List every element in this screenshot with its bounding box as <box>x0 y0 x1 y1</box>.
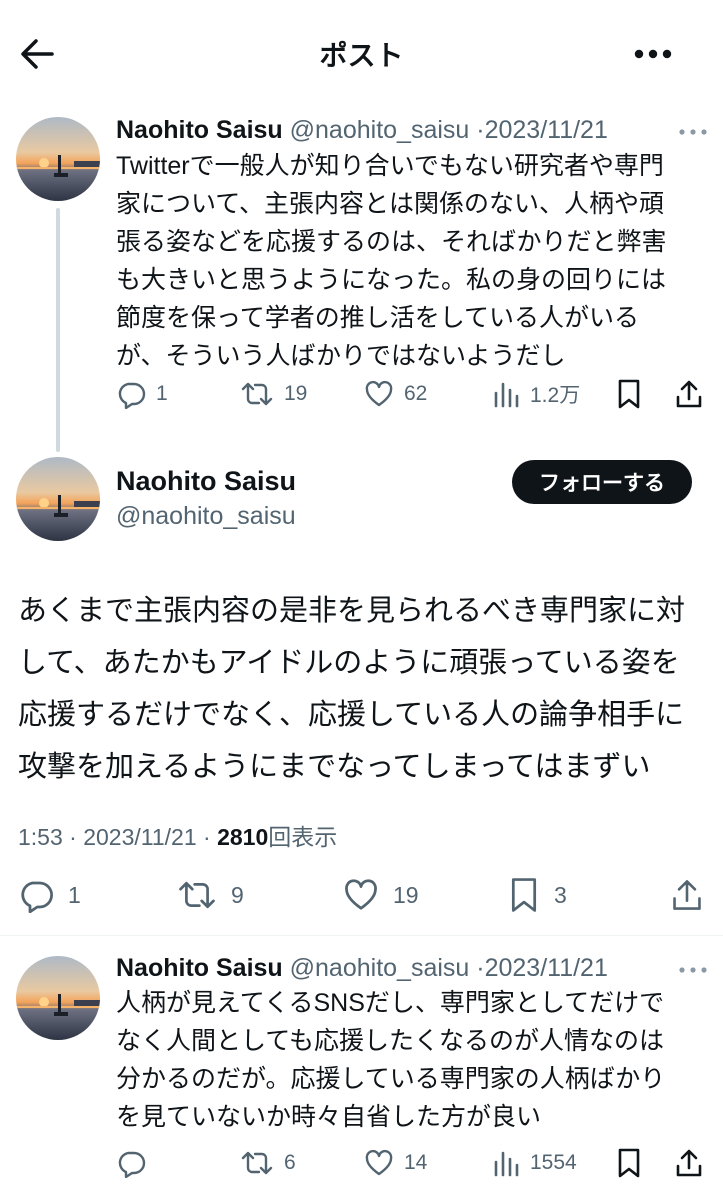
separator: · <box>69 824 77 850</box>
reply-count: 1 <box>68 881 81 908</box>
share-button[interactable] <box>674 374 704 414</box>
bookmark-icon <box>511 878 537 912</box>
views-count: 2810 <box>217 824 269 850</box>
tweet-header: Naohito Saisu @naohito_saisu ·2023/11/21 <box>116 116 608 145</box>
tweet-more-button[interactable] <box>676 960 710 980</box>
tweet-more-button[interactable] <box>676 122 710 142</box>
like-button[interactable]: 14 <box>364 1143 427 1183</box>
retweet-icon <box>241 382 273 406</box>
author-name[interactable]: Naohito Saisu <box>116 466 296 497</box>
views-count: 1554 <box>530 1151 577 1174</box>
heart-icon <box>365 1149 393 1176</box>
reply-icon <box>21 881 53 913</box>
page-title: ポスト <box>319 40 404 71</box>
views-count: 1.2万 <box>530 384 581 407</box>
author-name[interactable]: Naohito Saisu <box>116 954 283 982</box>
tweet-actions: 1 19 62 1.2万 <box>116 374 706 414</box>
views-button[interactable]: 1554 <box>492 1143 577 1183</box>
avatar[interactable] <box>16 956 100 1040</box>
retweet-button[interactable]: 6 <box>240 1143 296 1183</box>
reply-button[interactable]: 1 <box>18 872 81 918</box>
reply-icon <box>118 382 146 409</box>
like-count: 14 <box>404 1151 428 1174</box>
tweet-text: 人柄が見えてくるSNSだし、専門家としてだけで なく人間としても応援したくなるの… <box>116 989 666 1131</box>
retweet-count: 9 <box>231 881 244 908</box>
bookmark-button[interactable] <box>616 1143 642 1183</box>
bookmark-icon <box>618 379 640 409</box>
more-horizontal-icon <box>634 49 672 59</box>
author-handle[interactable]: @naohito_saisu <box>290 116 470 144</box>
avatar[interactable] <box>16 457 100 541</box>
bookmark-icon <box>618 1148 640 1178</box>
heart-icon <box>365 380 393 407</box>
avatar[interactable] <box>16 117 100 201</box>
bookmark-count: 3 <box>554 881 567 908</box>
bookmark-button[interactable] <box>616 374 642 414</box>
more-horizontal-icon <box>679 967 707 973</box>
author-handle[interactable]: @naohito_saisu <box>290 954 470 982</box>
follow-button[interactable]: フォローする <box>512 460 692 504</box>
post-text: あくまで主張内容の是非を見られるべき専門家に対 して、あたかもアイドルのように頑… <box>18 595 686 783</box>
bookmark-button[interactable]: 3 <box>508 872 567 918</box>
retweet-count: 19 <box>284 382 308 405</box>
post-time[interactable]: 1:53 <box>18 824 63 850</box>
share-button[interactable] <box>674 1143 704 1183</box>
share-icon <box>673 880 701 910</box>
divider <box>0 935 723 936</box>
top-bar: ポスト <box>0 0 723 108</box>
tweet-actions: 6 14 1554 <box>116 1143 706 1183</box>
like-button[interactable]: 62 <box>364 374 427 414</box>
heart-icon <box>345 879 377 910</box>
like-button[interactable]: 19 <box>343 872 419 918</box>
retweet-icon <box>179 881 215 909</box>
post-actions: 1 9 19 3 <box>0 872 723 918</box>
analytics-icon <box>494 382 519 408</box>
separator: · <box>476 954 485 982</box>
share-button[interactable] <box>670 872 704 918</box>
views-label: 回表示 <box>268 824 338 850</box>
tweet-date[interactable]: 2023/11/21 <box>485 954 608 982</box>
analytics-icon <box>494 1151 519 1177</box>
views-button[interactable]: 1.2万 <box>492 374 580 414</box>
like-count: 62 <box>404 382 428 405</box>
reply-icon <box>118 1151 146 1178</box>
retweet-count: 6 <box>284 1151 296 1174</box>
reply-count: 1 <box>156 382 168 405</box>
tweet-header: Naohito Saisu @naohito_saisu ·2023/11/21 <box>116 954 608 983</box>
more-options-button[interactable] <box>628 36 678 72</box>
retweet-button[interactable]: 9 <box>177 872 244 918</box>
share-icon <box>676 1149 702 1177</box>
tweet-text: Twitterで一般人が知り合いでもない研究者や専門 家について、主張内容とは関… <box>116 152 667 370</box>
author-handle[interactable]: @naohito_saisu <box>116 502 296 531</box>
reply-button[interactable] <box>116 1143 156 1183</box>
thread-connector <box>56 208 60 452</box>
reply-button[interactable]: 1 <box>116 374 168 414</box>
author-name[interactable]: Naohito Saisu <box>116 116 283 144</box>
share-icon <box>676 380 702 408</box>
separator: · <box>476 116 485 144</box>
separator: · <box>203 824 211 850</box>
more-horizontal-icon <box>679 129 707 135</box>
retweet-button[interactable]: 19 <box>240 374 307 414</box>
post-date[interactable]: 2023/11/21 <box>83 824 196 850</box>
like-count: 19 <box>393 881 419 908</box>
post-meta: 1:53 · 2023/11/21 · 2810回表示 <box>18 818 337 852</box>
tweet-date[interactable]: 2023/11/21 <box>485 116 608 144</box>
retweet-icon <box>241 1151 273 1175</box>
